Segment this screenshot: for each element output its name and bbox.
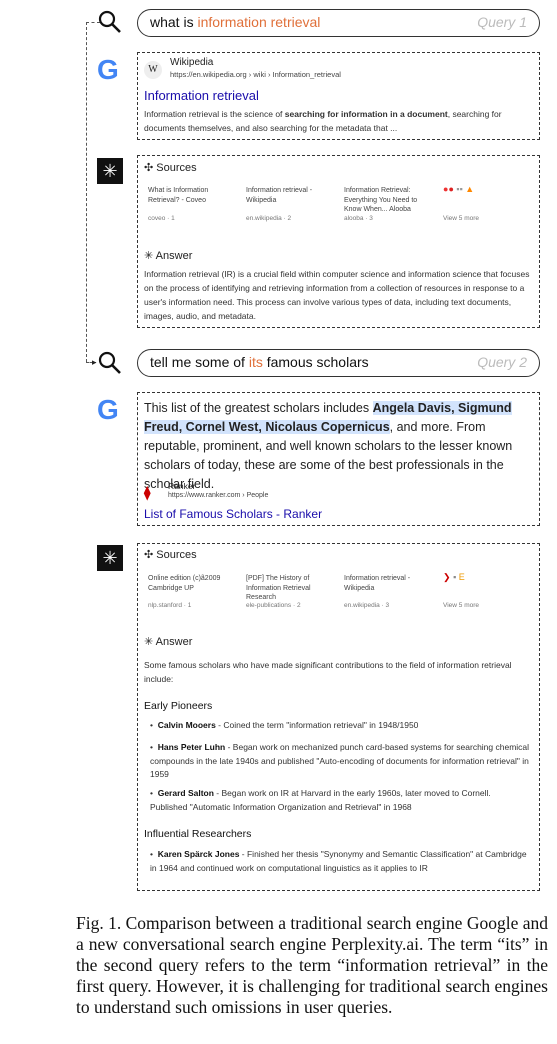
query-box[interactable]: tell me some of its famous scholars Quer…	[137, 349, 540, 377]
ranker-logo-icon: ⧫	[144, 485, 151, 500]
query-box[interactable]: what is information retrieval Query 1	[137, 9, 540, 37]
answer-intro: Some famous scholars who have made signi…	[144, 660, 512, 684]
result-url: https://www.ranker.com › People	[168, 492, 269, 499]
result-url: https://en.wikipedia.org › wiki › Inform…	[170, 70, 341, 79]
google-logo-icon: G	[97, 54, 119, 85]
perplexity-answer-card: ✣ Sources What is Information Retrieval?…	[137, 155, 540, 328]
result-title-link[interactable]: Information retrieval	[144, 88, 259, 103]
search-icon	[98, 351, 121, 374]
result-snippet: This list of the greatest scholars inclu…	[144, 401, 513, 491]
section-heading: Early Pioneers	[144, 700, 213, 712]
answer-icon: ✳	[144, 636, 156, 648]
list-item: • Gerard Salton - Began work on IR at Ha…	[150, 788, 491, 812]
source-card[interactable]: Information retrieval - Wikipedia	[344, 574, 429, 593]
source-card-foot: nlp.stanford · 1	[148, 602, 192, 609]
sources-heading: ✣ Sources	[144, 549, 197, 561]
answer-text: Information retrieval (IR) is a crucial …	[144, 269, 530, 321]
source-card[interactable]: Information Retrieval: Everything You Ne…	[344, 186, 429, 215]
source-card[interactable]: [PDF] The History of Information Retriev…	[246, 574, 331, 603]
list-item: • Calvin Mooers - Coined the term "infor…	[150, 720, 419, 730]
source-card-foot: ele-publications · 2	[246, 602, 301, 609]
view-more-link[interactable]: View 5 more	[443, 215, 479, 222]
source-card-foot: en.wikipedia · 3	[344, 602, 390, 609]
source-favicons-icon: ❯ ▪ E	[443, 572, 465, 582]
search-icon	[98, 10, 121, 33]
answer-icon: ✳	[144, 250, 156, 262]
google-result-card: W Wikipedia https://en.wikipedia.org › w…	[137, 52, 540, 140]
query-text: tell me some of its famous scholars	[150, 354, 369, 370]
wikipedia-favicon: W	[144, 61, 162, 79]
sources-heading: ✣ Sources	[144, 162, 197, 174]
query-label: Query 1	[477, 14, 527, 30]
sources-icon: ✣	[144, 549, 157, 561]
result-site: Wikipedia	[170, 57, 214, 68]
answer-heading: ✳ Answer	[144, 636, 193, 648]
result-snippet: Information retrieval is the science of …	[144, 109, 502, 133]
result-title-link[interactable]: List of Famous Scholars - Ranker	[144, 507, 322, 521]
section-heading: Influential Researchers	[144, 828, 252, 840]
figure-caption: Fig. 1. Comparison between a traditional…	[76, 913, 548, 1017]
answer-heading: ✳ Answer	[144, 250, 193, 262]
perplexity-answer-card: ✣ Sources Online edition (c)ã2009 Cambri…	[137, 543, 540, 891]
source-card-foot: en.wikipedia · 2	[246, 215, 292, 222]
sources-icon: ✣	[144, 162, 157, 174]
source-card[interactable]: What is Information Retrieval? - Coveo	[148, 186, 233, 205]
source-card-foot: alooba · 3	[344, 215, 373, 222]
perplexity-logo-icon: ✳	[97, 158, 123, 184]
result-site: Ranker	[168, 481, 196, 491]
source-card[interactable]: Information retrieval - Wikipedia	[246, 186, 331, 205]
list-item: • Karen Spärck Jones - Finished her thes…	[150, 849, 527, 873]
list-item: • Hans Peter Luhn - Began work on mechan…	[150, 742, 530, 779]
perplexity-logo-icon: ✳	[97, 545, 123, 571]
view-more-link[interactable]: View 5 more	[443, 602, 479, 609]
flow-connector	[86, 22, 87, 362]
google-logo-icon: G	[97, 394, 119, 425]
query-label: Query 2	[477, 354, 527, 370]
source-card-foot: coveo · 1	[148, 215, 175, 222]
source-favicons-icon: ●● ▪▪ ▲	[443, 184, 475, 194]
arrow-icon: ▸	[92, 357, 97, 367]
source-card[interactable]: Online edition (c)ã2009 Cambridge UP	[148, 574, 233, 593]
google-result-card: This list of the greatest scholars inclu…	[137, 392, 540, 526]
query-text: what is information retrieval	[150, 14, 321, 30]
